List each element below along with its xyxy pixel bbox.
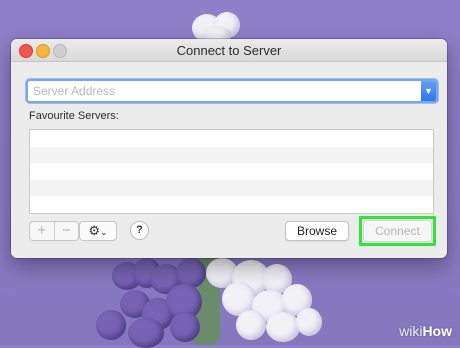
add-remove-segmented-control: + − <box>29 221 79 241</box>
window-title: Connect to Server <box>176 43 282 58</box>
favourite-servers-list[interactable] <box>29 129 434 214</box>
gear-icon: ⚙ <box>88 223 101 238</box>
add-server-button[interactable]: + <box>30 222 55 240</box>
chevron-down-icon: ⌄ <box>100 227 108 237</box>
watermark: wikiHow <box>399 323 452 339</box>
favourite-servers-label: Favourite Servers: <box>29 110 119 122</box>
chevron-down-icon[interactable]: ▼ <box>421 81 436 101</box>
list-row <box>30 179 433 196</box>
list-row <box>30 130 433 147</box>
browse-button[interactable]: Browse <box>285 221 349 241</box>
server-address-input[interactable] <box>28 81 413 101</box>
help-button[interactable]: ? <box>130 221 149 240</box>
list-row <box>30 196 433 213</box>
watermark-part1: wiki <box>399 323 423 339</box>
watermark-part2: How <box>422 323 452 339</box>
action-menu-button[interactable]: ⚙⌄ <box>79 221 117 241</box>
server-address-combobox: ▼ <box>26 79 438 103</box>
connect-to-server-dialog: Connect to Server ▼ Favourite Servers: +… <box>11 39 447 258</box>
list-row <box>30 146 433 163</box>
remove-server-button[interactable]: − <box>55 222 79 240</box>
connect-button[interactable]: Connect <box>363 220 432 242</box>
title-bar: Connect to Server <box>11 39 447 62</box>
list-row <box>30 163 433 180</box>
